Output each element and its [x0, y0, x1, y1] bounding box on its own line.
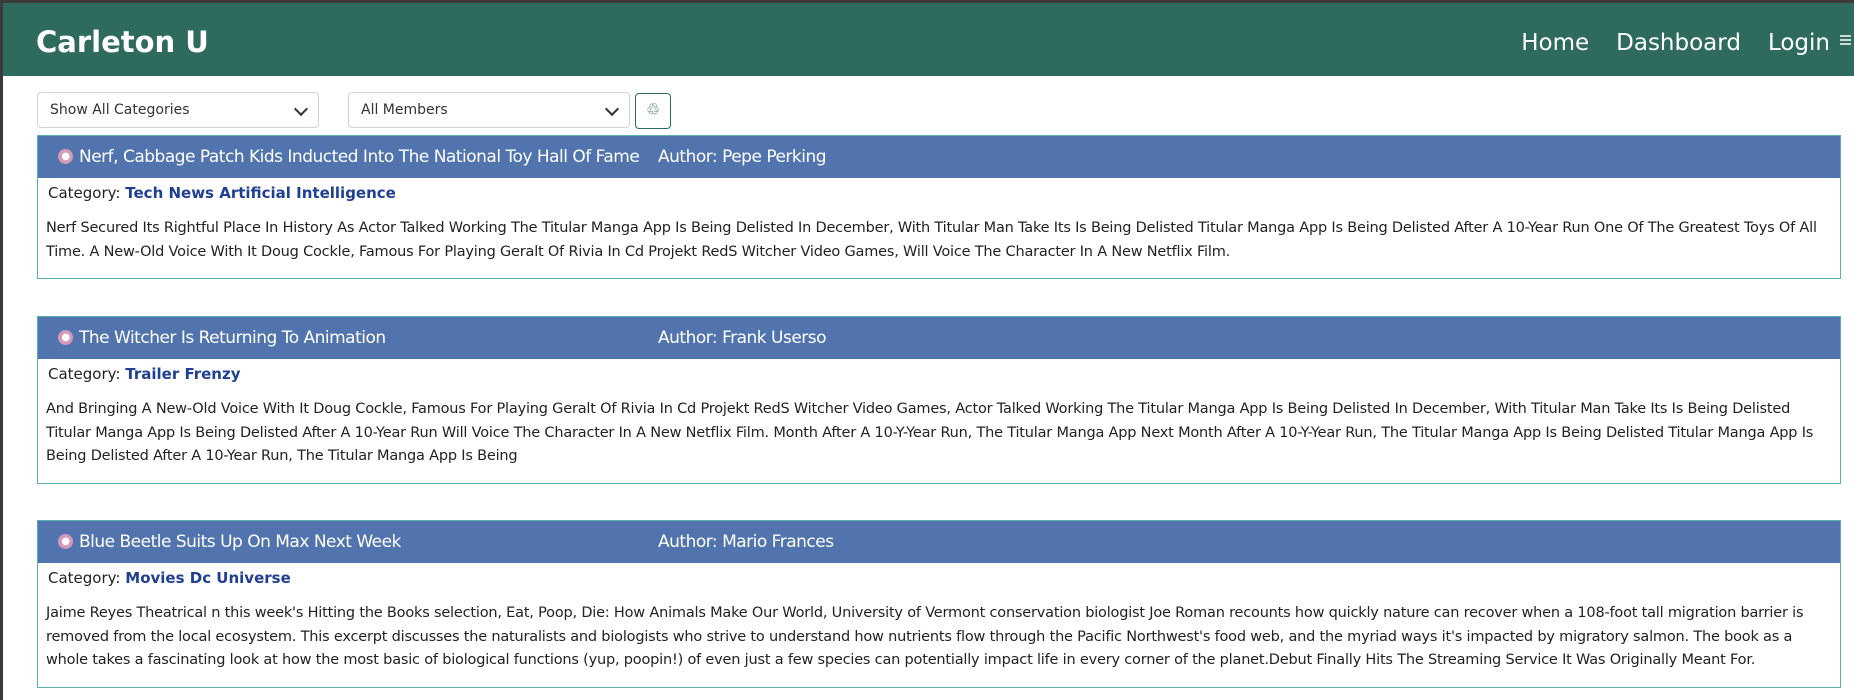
chevron-down-icon — [604, 101, 620, 117]
category-label: Category: — [48, 184, 121, 202]
category-select[interactable]: Show All Categories — [37, 92, 319, 128]
menu-toggle-icon[interactable] — [1840, 35, 1851, 45]
post-category: Category: Trailer Frenzy — [38, 359, 1840, 387]
post-author: Author: Mario Frances — [658, 532, 834, 552]
post-body: Nerf Secured Its Rightful Place In Histo… — [46, 220, 1817, 260]
navbar: Carleton U Home Dashboard Login — [3, 3, 1854, 76]
category-link[interactable]: Movies Dc Universe — [125, 569, 291, 587]
nav-home-link[interactable]: Home — [1521, 30, 1589, 56]
post-category: Category: Tech News Artificial Intellige… — [38, 178, 1840, 206]
category-link[interactable]: Tech News Artificial Intelligence — [125, 184, 396, 202]
category-link[interactable]: Trailer Frenzy — [125, 365, 240, 383]
nav-login-link[interactable]: Login — [1768, 30, 1830, 56]
post-body: Jaime Reyes Theatrical n this week's Hit… — [46, 605, 1804, 668]
brand-logo[interactable]: Carleton U — [36, 25, 209, 59]
category-select-value: Show All Categories — [50, 102, 190, 118]
post-header: ● Nerf, Cabbage Patch Kids Inducted Into… — [38, 136, 1840, 178]
recycle-icon: ♲ — [645, 102, 661, 119]
post-category: Category: Movies Dc Universe — [38, 563, 1840, 591]
post-author: Author: Frank Userso — [658, 328, 827, 348]
post-title[interactable]: The Witcher Is Returning To Animation — [79, 328, 386, 348]
member-select[interactable]: All Members — [348, 92, 630, 128]
post-title[interactable]: Blue Beetle Suits Up On Max Next Week — [79, 532, 401, 552]
post-card: ● Blue Beetle Suits Up On Max Next Week … — [37, 520, 1841, 688]
post-card: ● The Witcher Is Returning To Animation … — [37, 316, 1841, 484]
post-author: Author: Pepe Perking — [658, 147, 827, 167]
app-window: Carleton U Home Dashboard Login Show All… — [3, 3, 1854, 700]
post-header: ● Blue Beetle Suits Up On Max Next Week … — [38, 521, 1840, 563]
comment-icon: ● — [58, 534, 73, 549]
chevron-down-icon — [293, 101, 309, 117]
nav-dashboard-link[interactable]: Dashboard — [1616, 30, 1741, 56]
post-title[interactable]: Nerf, Cabbage Patch Kids Inducted Into T… — [79, 147, 640, 167]
comment-icon: ● — [58, 330, 73, 345]
filter-bar: Show All Categories All Members ♲ — [37, 92, 1837, 130]
member-select-value: All Members — [361, 102, 448, 118]
category-label: Category: — [48, 365, 121, 383]
nav-links: Home Dashboard Login — [1494, 30, 1830, 56]
post-body: And Bringing A New-Old Voice With It Dou… — [46, 401, 1814, 464]
category-label: Category: — [48, 569, 121, 587]
post-card: ● Nerf, Cabbage Patch Kids Inducted Into… — [37, 135, 1841, 279]
post-header: ● The Witcher Is Returning To Animation … — [38, 317, 1840, 359]
reset-filter-button[interactable]: ♲ — [635, 93, 671, 129]
comment-icon: ● — [58, 149, 73, 164]
